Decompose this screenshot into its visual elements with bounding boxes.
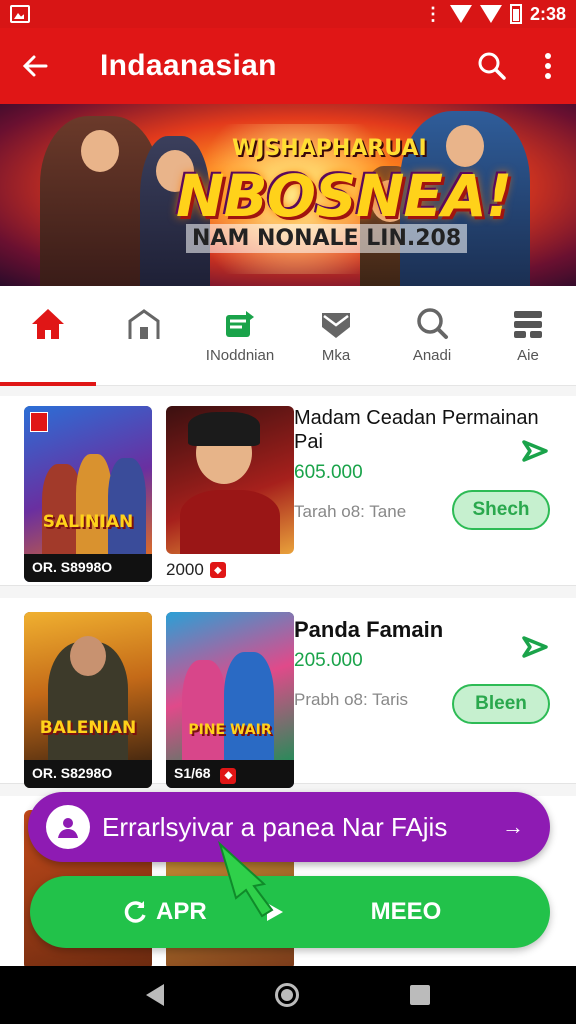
thumbnail-title: SALINIAN [42,512,134,532]
meeo-button[interactable]: MEEO [371,898,442,926]
status-indicators: ⋮ 2:38 [424,4,566,25]
category-tabs: INoddnian Mka Anadi Aie [0,286,576,386]
apr-label: APR [156,898,207,925]
nav-back-icon[interactable] [145,984,164,1006]
secondary-caption-text: 2000 [166,560,204,579]
tab-label: Mka [321,346,351,364]
tab-building[interactable] [96,286,192,385]
secondary-caption-text: S1/68 [174,765,211,781]
status-bar: ⋮ 2:38 [0,0,576,28]
tab-label: Aie [517,346,539,364]
building-icon [128,308,160,339]
search-icon [478,52,506,80]
share-icon[interactable] [520,436,550,466]
battery-icon [509,4,522,24]
thumbnail-title: BALENIAN [39,718,137,738]
brand-badge-icon [30,412,48,432]
gallery-icon [10,5,30,23]
thumbnail-title: PINE WAIR [188,722,272,738]
product-thumbnail[interactable]: SALINIAN OR. S8998O [24,406,152,582]
shop-icon [226,310,254,337]
tab-shop[interactable]: INoddnian [192,286,288,385]
tab-shield[interactable]: Mka [288,286,384,385]
thumbnail-caption: S1/68 ◆ [166,760,294,788]
nav-recents-icon[interactable] [410,985,431,1005]
app-bar: Indaanasian [0,28,576,104]
arrow-left-icon [22,55,48,77]
overflow-menu-button[interactable] [520,28,576,104]
home-icon [32,308,64,339]
nav-home-icon[interactable] [274,983,299,1007]
share-icon[interactable] [520,632,550,662]
signal-icon [479,5,502,23]
wifi-icon [449,5,472,23]
search-action-button[interactable]: Shech [452,490,550,530]
shield-icon [322,312,350,338]
clock: 2:38 [529,3,566,24]
search-button[interactable] [464,28,520,104]
thumbnail-caption: OR. S8998O [24,554,152,582]
grid-icon [514,310,542,338]
banner-top-text: WJSHAPHARUAI [232,136,427,161]
tab-more[interactable]: Aie [480,286,576,385]
back-button[interactable] [0,28,70,104]
refresh-icon [124,901,146,923]
tab-label: INoddnian [205,346,275,364]
apr-button[interactable]: APR [122,898,207,926]
thumbnail-caption: OR. S8298O [24,760,152,788]
product-thumbnail-secondary[interactable] [166,406,294,554]
promo-banner[interactable]: WJSHAPHARUAI NBOSNEA! NAM NONALE LIN.208 [0,104,576,286]
tag-icon: ◆ [209,562,226,578]
secondary-caption: 2000 ◆ [166,560,226,580]
tab-home[interactable] [0,286,96,386]
pointer-arrow-icon [218,840,274,918]
banner-headline: NBOSNEA! [176,162,512,230]
system-nav-bar [0,966,576,1024]
user-avatar-icon [46,805,90,849]
vibrate-icon: ⋮ [423,3,442,24]
search-action-button[interactable]: Bleen [452,684,550,724]
search-icon [417,307,448,339]
more-vert-icon [545,53,551,79]
product-thumbnail[interactable]: BALENIAN OR. S8298O [24,612,152,788]
list-item[interactable]: SALINIAN OR. S8998O 2000 ◆ Madam Ceadan … [0,396,576,586]
tag-icon: ◆ [220,767,237,784]
banner-subtitle: NAM NONALE LIN.208 [186,224,468,253]
tab-label: Anadi [412,346,452,364]
list-item[interactable]: BALENIAN OR. S8298O PINE WAIR S1/68 ◆ Pa… [0,598,576,788]
arrow-right-icon: → [502,814,524,839]
page-title: Indaanasian [100,49,277,82]
tab-search[interactable]: Anadi [384,286,480,385]
product-thumbnail-secondary[interactable]: PINE WAIR S1/68 ◆ [166,612,294,788]
